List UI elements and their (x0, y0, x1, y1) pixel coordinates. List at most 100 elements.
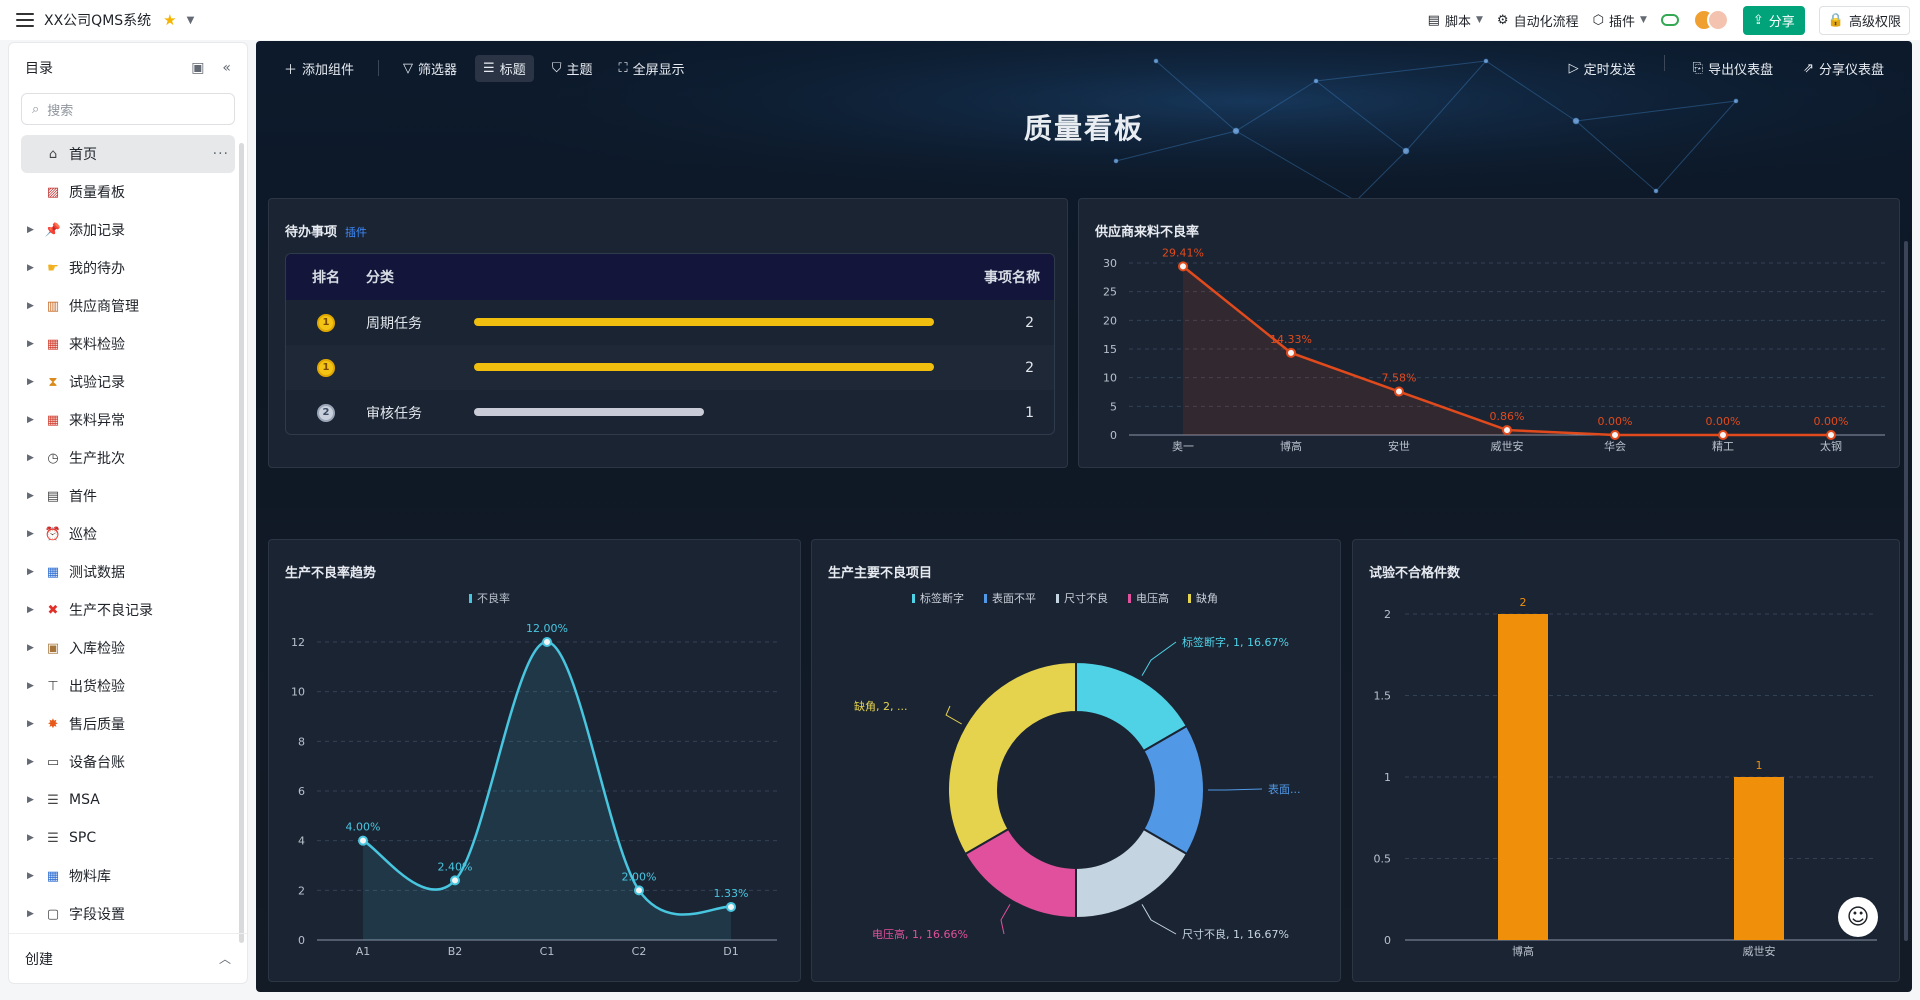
category-cell: 审核任务 (366, 405, 422, 422)
table-row[interactable]: 1 周期任务 2 (286, 300, 1054, 345)
y-tick-label: 4 (298, 835, 305, 848)
sidebar-item[interactable]: ⌂ 首页 ··· (21, 135, 235, 173)
schedule-send-button[interactable]: ▷ 定时发送 (1561, 55, 1644, 82)
data-point (1502, 425, 1512, 436)
top-bar: XX公司QMS系统 ★ ▼ ▤ 脚本 ▼ ⚙ 自动化流程 ⬡ 插件 ▼ ⇪ 分享 🔒 高级权限 (0, 0, 1920, 40)
create-section[interactable]: 创建 ︿ (9, 933, 247, 983)
sidebar-item[interactable]: ▶ 📌 添加记录 (21, 211, 235, 249)
sidebar-item[interactable]: ▶ ▦ 来料检验 (21, 325, 235, 363)
medal-icon: 1 (317, 313, 335, 332)
sidebar-item[interactable]: ▨ 质量看板 (21, 173, 235, 211)
slice-label: 尺寸不良, 1, 16.67% (1182, 927, 1289, 941)
avatar-group[interactable] (1692, 9, 1729, 31)
sidebar-item[interactable]: ▶ ✖ 生产不良记录 (21, 591, 235, 629)
sidebar-item[interactable]: ▶ ☰ SPC (21, 819, 235, 857)
sidebar-item[interactable]: ▶ ◷ 生产批次 (21, 439, 235, 477)
label-leader-line (1000, 904, 1011, 935)
table-row[interactable]: 12 (286, 345, 1054, 390)
double-chevron-left-icon[interactable]: « (222, 60, 231, 76)
sidebar-item[interactable]: ▶ ▥ 供应商管理 (21, 287, 235, 325)
expand-arrow-icon[interactable]: ▶ (27, 301, 45, 311)
share-dashboard-button[interactable]: ⇗ 分享仪表盘 (1795, 55, 1892, 82)
expand-arrow-icon[interactable]: ▶ (27, 415, 45, 425)
sidebar-scrollbar[interactable] (239, 143, 244, 943)
sidebar-item[interactable]: ▶ ▦ 物料库 (21, 857, 235, 895)
data-label: 29.41% (1162, 246, 1204, 259)
expand-arrow-icon[interactable]: ▶ (27, 567, 45, 577)
data-label: 12.00% (526, 622, 568, 635)
expand-arrow-icon[interactable]: ▶ (27, 871, 45, 881)
data-point (1826, 430, 1836, 440)
trend-chart: 0 2 4 6 8 10 12 A1 B2 C1 C2 D1 4.00% 2.40% 12.00% 2.00%… (291, 591, 777, 958)
progress-fill (474, 407, 704, 416)
test-failures-card[interactable]: 试验不合格件数 0 0.5 1 1.5 2 2 博高 1 威世安 (1352, 539, 1900, 982)
expand-arrow-icon[interactable]: ▶ (27, 453, 45, 463)
heading-button[interactable]: ☰ 标题 (475, 54, 534, 82)
expand-arrow-icon[interactable]: ▶ (27, 377, 45, 387)
menu-icon[interactable] (16, 13, 34, 27)
column-header: 事项名称 (984, 270, 1040, 286)
chevron-down-icon[interactable]: ▼ (187, 15, 195, 26)
collapse-panel-icon[interactable]: ▣ (191, 60, 204, 76)
sidebar-item[interactable]: ▶ ⏰ 巡检 (21, 515, 235, 553)
x-tick-label: 博高 (1512, 944, 1534, 958)
assistant-bot-icon[interactable]: ☺ (1838, 897, 1878, 937)
expand-arrow-icon[interactable]: ▶ (27, 643, 45, 653)
bar (1734, 777, 1784, 940)
permission-button[interactable]: 🔒 高级权限 (1818, 5, 1910, 35)
expand-arrow-icon[interactable]: ▶ (27, 795, 45, 805)
expand-arrow-icon[interactable]: ▶ (27, 833, 45, 843)
sidebar-item[interactable]: ▶ ▭ 设备台账 (21, 743, 235, 781)
progress-bar (474, 362, 934, 373)
fullscreen-button[interactable]: ⛶ 全屏显示 (611, 55, 693, 82)
expand-arrow-icon[interactable]: ▶ (27, 529, 45, 539)
expand-arrow-icon[interactable]: ▶ (27, 605, 45, 615)
export-dashboard-button[interactable]: ⎘ 导出仪表盘 (1685, 55, 1781, 82)
expand-arrow-icon[interactable]: ▶ (27, 263, 45, 273)
expand-arrow-icon[interactable]: ▶ (27, 339, 45, 349)
expand-arrow-icon[interactable]: ▶ (27, 909, 45, 919)
progress-bar (474, 317, 934, 328)
chevron-down-icon: ▼ (1475, 15, 1483, 25)
theme-button[interactable]: ⛉ 主题 (544, 55, 601, 82)
sidebar-item[interactable]: ▶ ▦ 测试数据 (21, 553, 235, 591)
sidebar-item[interactable]: ▶ ⊤ 出货检验 (21, 667, 235, 705)
sidebar-item[interactable]: ▶ ☰ MSA (21, 781, 235, 819)
plugin-menu[interactable]: ⬡ 插件 ▼ (1593, 11, 1647, 30)
more-icon[interactable]: ··· (213, 146, 229, 162)
chevron-up-icon[interactable]: ︿ (219, 950, 231, 967)
expand-arrow-icon[interactable]: ▶ (27, 757, 45, 767)
share-button[interactable]: ⇪ 分享 (1742, 5, 1805, 35)
card-title: 待办事项 插件 (285, 225, 368, 240)
supplier-defect-card[interactable]: 供应商来料不良率 0 5 10 15 20 25 30 奥一 博高 安世 威世安 华会 精工 太钢 29.4… (1078, 198, 1900, 468)
sidebar-item[interactable]: ▶ ▣ 入库检验 (21, 629, 235, 667)
rank-cell: 1 (286, 313, 366, 332)
sidebar-item[interactable]: ▶ ☛ 我的待办 (21, 249, 235, 287)
defect-items-card[interactable]: 生产主要不良项目 标签断字 表面不平 尺寸不良 电压高 缺角 标签断字, 1, 16.67… (811, 539, 1341, 982)
search-input[interactable]: ⌕ 搜索 (21, 93, 235, 125)
label-leader-line (1141, 904, 1177, 935)
star-icon[interactable]: ★ (163, 11, 176, 29)
script-menu[interactable]: ▤ 脚本 ▼ (1428, 11, 1483, 30)
table-row[interactable]: 2 审核任务 1 (286, 390, 1054, 434)
data-label: 2 (1520, 596, 1527, 609)
sidebar-item[interactable]: ▶ ▦ 来料异常 (21, 401, 235, 439)
sidebar-item[interactable]: ▶ ▤ 首件 (21, 477, 235, 515)
box-icon: ▣ (46, 640, 60, 656)
dashboard-title: 质量看板 (1023, 112, 1144, 145)
automation-button[interactable]: ⚙ 自动化流程 (1497, 11, 1579, 30)
avatar[interactable] (1706, 9, 1729, 31)
sidebar-item[interactable]: ▶ ⧗ 试验记录 (21, 363, 235, 401)
sidebar-item[interactable]: ▶ ▢ 字段设置 (21, 895, 235, 933)
expand-arrow-icon[interactable]: ▶ (27, 719, 45, 729)
expand-arrow-icon[interactable]: ▶ (27, 681, 45, 691)
trend-card[interactable]: 生产不良率趋势 0 2 4 6 8 10 12 A1 B2 C1 C2 D1 4.00% 2.40% 12.… (268, 539, 801, 982)
expand-arrow-icon[interactable]: ▶ (27, 225, 45, 235)
filter-button[interactable]: ▽ 筛选器 (395, 55, 465, 82)
expand-arrow-icon[interactable]: ▶ (27, 491, 45, 501)
dashboard-scrollbar[interactable] (1904, 241, 1908, 941)
todo-card[interactable]: 待办事项 插件 排名 分类 事项名称 1 周期任务 2 1 2 2 审核任务 1 (268, 198, 1068, 468)
sidebar-item[interactable]: ▶ ✸ 售后质量 (21, 705, 235, 743)
add-widget-button[interactable]: ＋添加组件 (276, 55, 362, 82)
y-tick-label: 10 (1103, 372, 1117, 385)
